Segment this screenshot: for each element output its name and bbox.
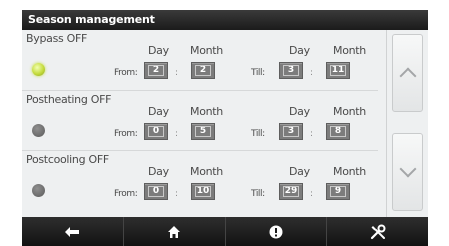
chevron-down-icon <box>399 160 416 178</box>
day-header: Day <box>289 165 310 178</box>
separator: : <box>310 68 314 78</box>
page-title: Season management <box>22 10 428 30</box>
from-month-field[interactable]: 2 <box>191 62 215 79</box>
from-month-field[interactable]: 10 <box>191 183 215 200</box>
info-button[interactable] <box>226 217 328 246</box>
back-button[interactable] <box>22 217 124 246</box>
from-label: From: <box>114 129 138 139</box>
separator: : <box>175 68 179 78</box>
section-bypass: Bypass OFF Day Month Day Month From: 2 :… <box>22 30 378 90</box>
till-day-field[interactable]: 3 <box>279 123 303 140</box>
day-header: Day <box>148 44 169 57</box>
till-label: Till: <box>251 189 265 199</box>
till-label: Till: <box>251 68 265 78</box>
info-icon <box>269 225 283 238</box>
tools-icon <box>370 224 386 239</box>
section-title: Bypass OFF <box>26 32 88 45</box>
till-day-field[interactable]: 29 <box>279 183 303 200</box>
screen: Season management Bypass OFF Day Month D… <box>22 10 428 246</box>
till-month-field[interactable]: 9 <box>326 183 350 200</box>
separator: : <box>175 129 179 139</box>
month-header: Month <box>190 105 223 118</box>
status-led[interactable] <box>32 124 45 137</box>
section-postcooling: Postcooling OFF Day Month Day Month From… <box>22 150 378 210</box>
season-list: Bypass OFF Day Month Day Month From: 2 :… <box>22 30 428 217</box>
separator: : <box>310 189 314 199</box>
from-label: From: <box>114 189 138 199</box>
till-day-field[interactable]: 3 <box>279 62 303 79</box>
home-icon <box>168 225 181 238</box>
from-label: From: <box>114 68 138 78</box>
status-led[interactable] <box>32 63 45 76</box>
till-label: Till: <box>251 129 265 139</box>
status-led[interactable] <box>32 184 45 197</box>
chevron-up-icon <box>399 67 416 85</box>
month-header: Month <box>190 165 223 178</box>
section-postheating: Postheating OFF Day Month Day Month From… <box>22 90 378 150</box>
from-day-field[interactable]: 0 <box>144 123 168 140</box>
separator: : <box>175 189 179 199</box>
bottom-nav <box>22 217 428 246</box>
month-header: Month <box>333 105 366 118</box>
from-month-field[interactable]: 5 <box>191 123 215 140</box>
till-month-field[interactable]: 8 <box>326 123 350 140</box>
scroll-up-button[interactable] <box>392 34 423 112</box>
month-header: Month <box>333 44 366 57</box>
month-header: Month <box>333 165 366 178</box>
separator: : <box>310 129 314 139</box>
day-header: Day <box>289 44 310 57</box>
from-day-field[interactable]: 2 <box>144 62 168 79</box>
back-arrow-icon <box>65 226 80 237</box>
from-day-field[interactable]: 0 <box>144 183 168 200</box>
till-month-field[interactable]: 11 <box>326 62 350 79</box>
month-header: Month <box>190 44 223 57</box>
settings-button[interactable] <box>327 217 428 246</box>
day-header: Day <box>289 105 310 118</box>
day-header: Day <box>148 165 169 178</box>
divider <box>386 30 387 217</box>
scroll-down-button[interactable] <box>392 133 423 211</box>
section-title: Postcooling OFF <box>26 153 109 166</box>
day-header: Day <box>148 105 169 118</box>
home-button[interactable] <box>124 217 226 246</box>
section-title: Postheating OFF <box>26 93 112 106</box>
